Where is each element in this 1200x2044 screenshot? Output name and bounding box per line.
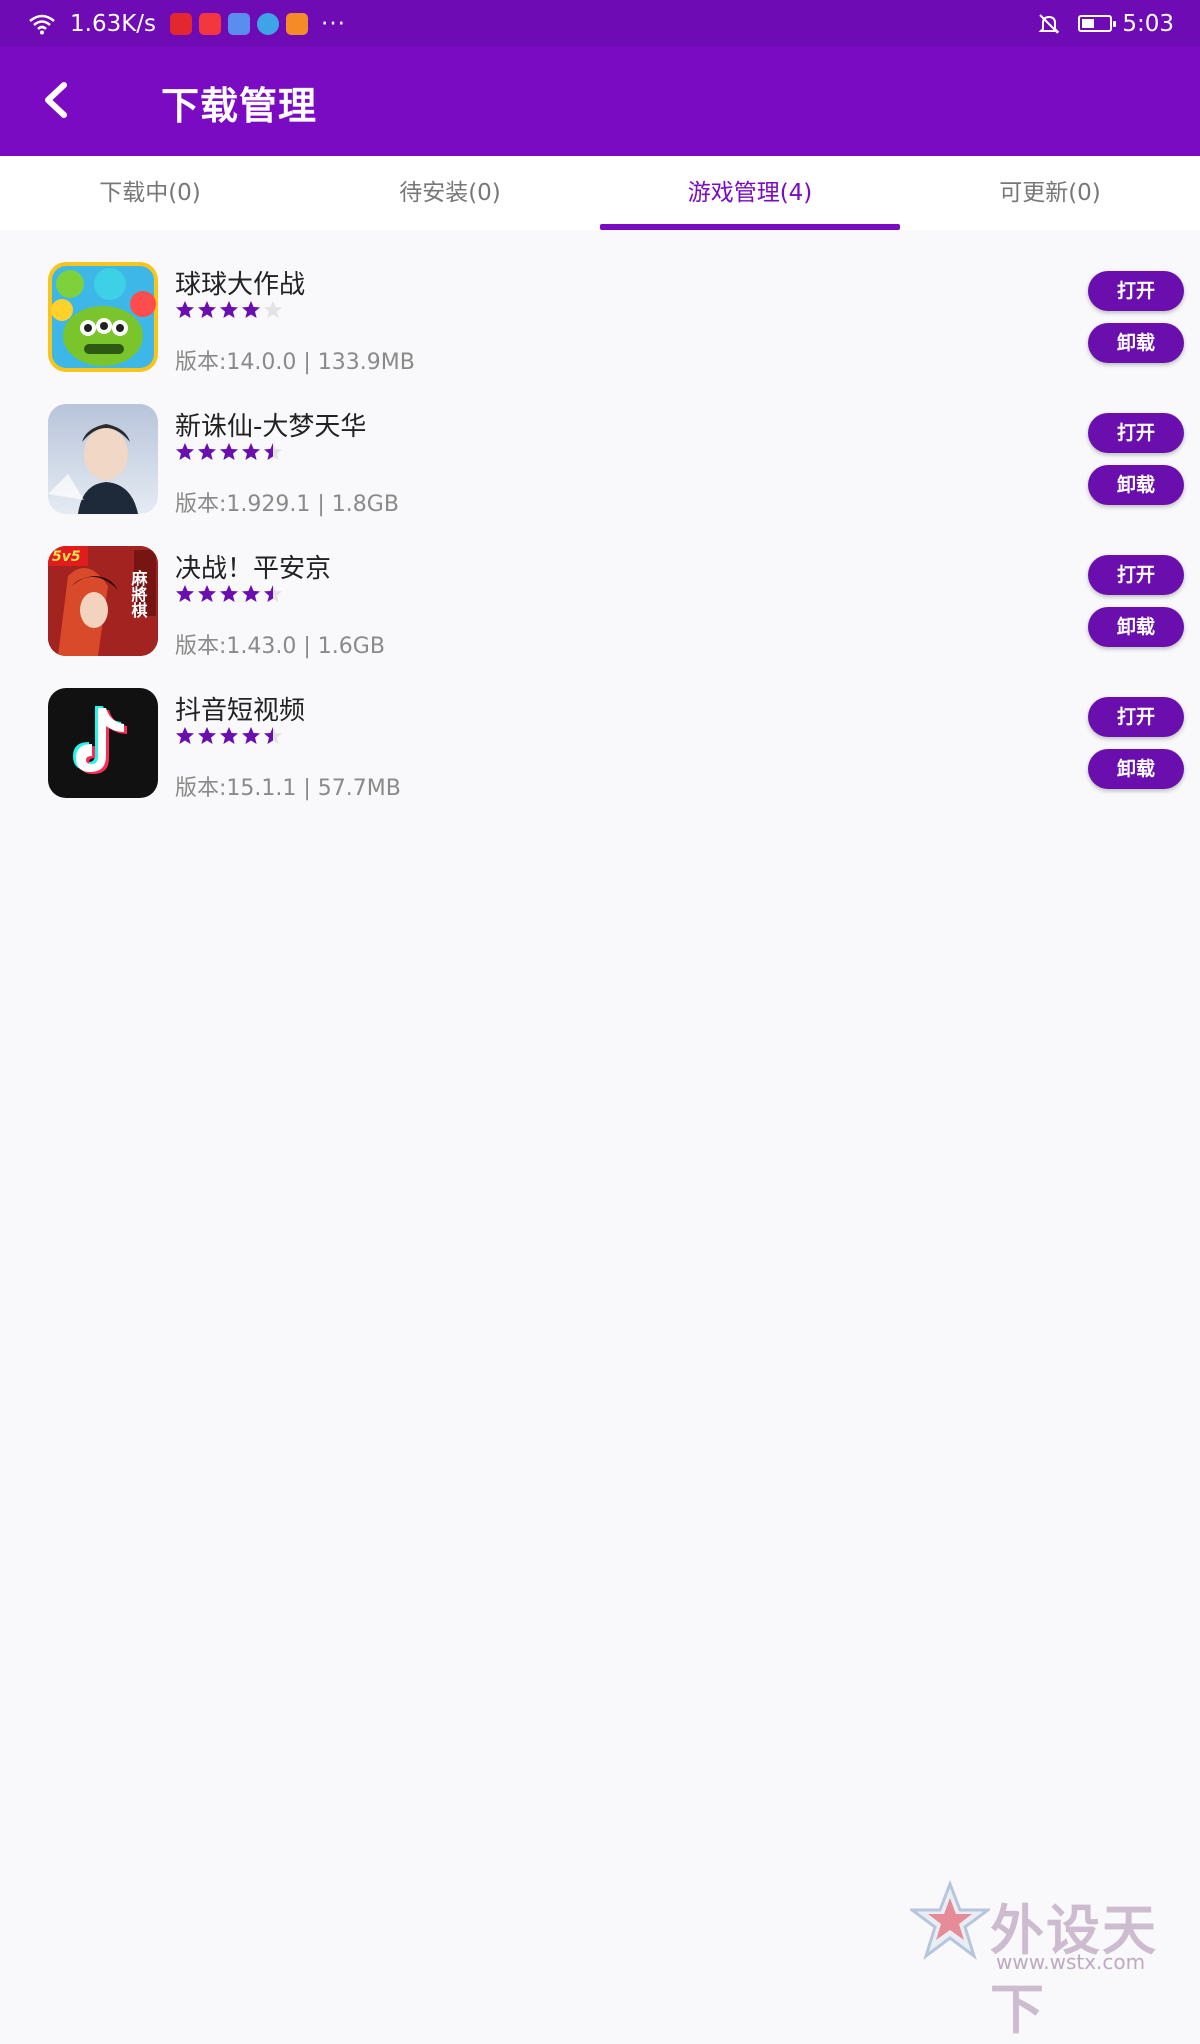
star-icon	[220, 301, 238, 318]
wifi-icon	[29, 14, 55, 34]
heian-game-icon[interactable]: 5v5 麻將棋	[48, 546, 158, 656]
star-icon	[198, 727, 216, 744]
back-arrow-icon[interactable]	[36, 77, 76, 123]
app-version-size: 版本:1.929.1 | 1.8GB	[175, 492, 399, 517]
star-icon	[176, 443, 194, 460]
open-button[interactable]: 打开	[1088, 555, 1184, 595]
browser-icon	[257, 12, 280, 35]
play-icon	[286, 12, 309, 35]
uninstall-button[interactable]: 卸载	[1088, 323, 1184, 363]
app-name: 决战！平安京	[175, 554, 332, 584]
star-icon	[220, 443, 238, 460]
star-icon	[220, 727, 238, 744]
tab-bar: 下载中(0) 待安装(0) 游戏管理(4) 可更新(0)	[0, 156, 1200, 230]
watermark: 外设天下 www.wstx.com	[910, 1880, 1190, 2041]
uninstall-button[interactable]: 卸载	[1088, 465, 1184, 505]
active-tab-indicator	[600, 224, 900, 230]
portrait-game-icon[interactable]	[48, 404, 158, 514]
star-icon	[264, 301, 282, 318]
rating-stars	[175, 726, 285, 746]
star-icon	[264, 443, 282, 460]
icon-badge-text: 5v5	[52, 549, 81, 565]
bell-mute-icon	[1038, 13, 1060, 34]
app-version-size: 版本:1.43.0 | 1.6GB	[175, 634, 385, 659]
battery-fill	[1082, 19, 1095, 28]
music-icon	[228, 12, 251, 35]
status-bar: 1.63K/s ··· 5:03	[0, 0, 1200, 47]
uninstall-button[interactable]: 卸载	[1088, 749, 1184, 789]
more-notifications: ···	[321, 10, 346, 37]
status-right: 5:03	[1038, 0, 1174, 47]
app-name: 球球大作战	[175, 270, 306, 300]
star-icon	[198, 301, 216, 318]
open-button[interactable]: 打开	[1088, 697, 1184, 737]
network-speed: 1.63K/s	[70, 10, 157, 37]
star-icon	[242, 443, 260, 460]
star-icon	[176, 301, 194, 318]
tab-updatable[interactable]: 可更新(0)	[900, 156, 1200, 230]
app-list: 球球大作战 版本:14.0.0 | 133.9MB 打开 卸载 新诛仙-大梦天华…	[0, 244, 1200, 812]
watermark-url: www.wstx.com	[996, 1950, 1146, 1974]
star-icon	[198, 585, 216, 602]
star-icon	[176, 585, 194, 602]
uninstall-button[interactable]: 卸载	[1088, 607, 1184, 647]
red-book-icon	[199, 12, 222, 35]
star-icon	[198, 443, 216, 460]
open-button[interactable]: 打开	[1088, 271, 1184, 311]
rating-stars	[175, 584, 285, 604]
rating-stars	[175, 300, 285, 320]
page-title: 下载管理	[161, 84, 318, 128]
star-icon	[264, 585, 282, 602]
clock: 5:03	[1122, 10, 1174, 37]
list-item: 新诛仙-大梦天华 版本:1.929.1 | 1.8GB 打开 卸载	[0, 386, 1200, 528]
list-item: 5v5 麻將棋 决战！平安京 版本:1.43.0 | 1.6GB 打开 卸载	[0, 528, 1200, 670]
battery-icon	[1078, 15, 1117, 32]
app-name: 新诛仙-大梦天华	[175, 412, 367, 442]
star-icon	[242, 727, 260, 744]
tab-game-management[interactable]: 游戏管理(4)	[600, 156, 900, 230]
star-icon	[242, 585, 260, 602]
weibo-eye-icon	[170, 12, 193, 35]
status-left: 1.63K/s ···	[28, 11, 346, 37]
icon-side-text: 麻將棋	[129, 569, 149, 619]
app-version-size: 版本:14.0.0 | 133.9MB	[175, 350, 415, 375]
ball-game-icon[interactable]	[48, 262, 158, 372]
star-icon	[264, 727, 282, 744]
app-name: 抖音短视频	[175, 696, 306, 726]
list-item: 抖音短视频 版本:15.1.1 | 57.7MB 打开 卸载	[0, 670, 1200, 812]
open-button[interactable]: 打开	[1088, 413, 1184, 453]
tab-pending-install[interactable]: 待安装(0)	[300, 156, 600, 230]
star-logo-icon	[910, 1880, 990, 1960]
star-icon	[242, 301, 260, 318]
rating-stars	[175, 442, 285, 462]
app-bar: 下载管理	[0, 47, 1200, 156]
star-icon	[176, 727, 194, 744]
list-item: 球球大作战 版本:14.0.0 | 133.9MB 打开 卸载	[0, 244, 1200, 386]
star-icon	[220, 585, 238, 602]
douyin-icon[interactable]	[48, 688, 158, 798]
tab-downloading[interactable]: 下载中(0)	[0, 156, 300, 230]
app-version-size: 版本:15.1.1 | 57.7MB	[175, 776, 401, 801]
